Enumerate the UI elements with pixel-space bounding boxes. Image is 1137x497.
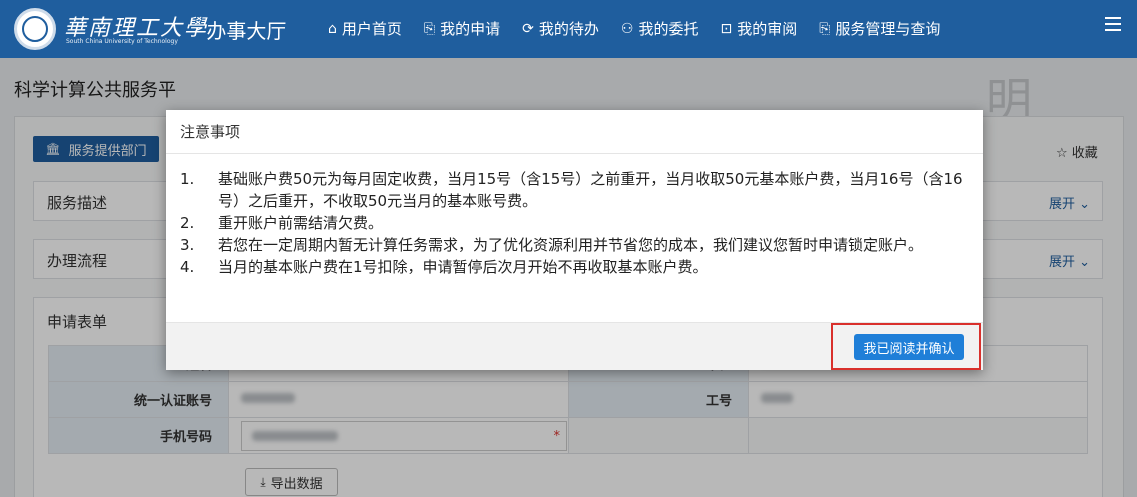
app-title: 办事大厅: [206, 18, 287, 43]
apply-icon: ⎘: [423, 20, 436, 37]
modal-footer: 我已阅读并确认: [166, 322, 983, 370]
modal-title: 注意事项: [166, 110, 983, 154]
confirm-highlight: 我已阅读并确认: [831, 323, 981, 370]
nav-my-review[interactable]: ⊡ 我的审阅: [720, 18, 797, 39]
manage-icon: ⎘: [819, 20, 831, 37]
top-header: 華南理工大學 South China University of Technol…: [0, 0, 1137, 58]
nav-my-delegation[interactable]: ⚇ 我的委托: [621, 18, 699, 39]
modal-backdrop: 注意事项 1. 基础账户费50元为每月固定收费，当月15号（含15号）之前重开，当…: [0, 58, 1137, 497]
delegate-icon: ⚇: [620, 20, 634, 37]
notice-item: 4. 当月的基本账户费在1号扣除，申请暂停后次月开始不再收取基本账户费。: [180, 258, 708, 276]
hamburger-icon[interactable]: [1105, 17, 1121, 31]
university-logo-text: 華南理工大學 South China University of Technol…: [64, 8, 206, 50]
notice-modal: 注意事项 1. 基础账户费50元为每月固定收费，当月15号（含15号）之前重开，当…: [166, 110, 983, 370]
review-icon: ⊡: [720, 20, 733, 37]
brand-en: South China University of Technology: [66, 38, 178, 45]
university-seal-icon: [14, 8, 56, 50]
nav-service-management[interactable]: ⎘ 服务管理与查询: [819, 18, 940, 39]
home-icon: ⌂: [328, 20, 337, 37]
nav-my-applications[interactable]: ⎘ 我的申请: [424, 18, 500, 39]
nav-home[interactable]: ⌂ 用户首页: [328, 18, 402, 39]
notice-item: 1. 基础账户费50元为每月固定收费，当月15号（含15号）之前重开，当月收取50…: [180, 170, 963, 210]
modal-body: 1. 基础账户费50元为每月固定收费，当月15号（含15号）之前重开，当月收取50…: [166, 154, 983, 322]
notice-item: 2. 重开账户前需结清欠费。: [180, 214, 384, 232]
todo-icon: ⟳: [522, 20, 534, 37]
confirm-read-button[interactable]: 我已阅读并确认: [854, 334, 964, 360]
brand[interactable]: 華南理工大學 South China University of Technol…: [14, 8, 286, 50]
notice-item: 3. 若您在一定周期内暂无计算任务需求，为了优化资源利用并节省您的成本，我们建议您…: [180, 236, 924, 254]
main-nav: ⌂ 用户首页 ⎘ 我的申请 ⟳ 我的待办 ⚇ 我的委托 ⊡ 我的审阅 ⎘ 服务管理与查询: [328, 18, 962, 39]
nav-my-todo[interactable]: ⟳ 我的待办: [522, 18, 599, 39]
